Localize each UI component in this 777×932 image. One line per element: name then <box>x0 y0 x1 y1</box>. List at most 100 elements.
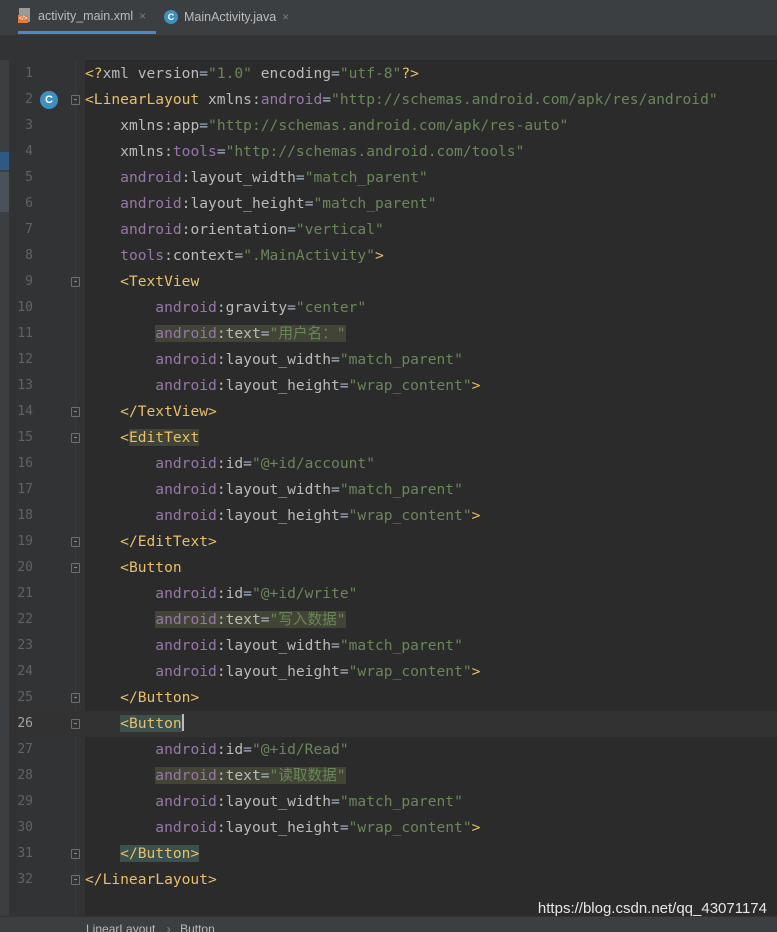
close-icon[interactable]: × <box>282 10 289 24</box>
code-text: android:id="@+id/write" <box>85 581 357 607</box>
fold-toggle-icon[interactable] <box>71 407 80 417</box>
code-line[interactable]: 11 android:text="用户名：" <box>9 321 777 347</box>
code-line[interactable]: 21 android:id="@+id/write" <box>9 581 777 607</box>
code-line[interactable]: 4 xmlns:tools="http://schemas.android.co… <box>9 139 777 165</box>
fold-toggle-icon[interactable] <box>71 719 80 729</box>
code-token: "http://schemas.android.com/tools" <box>225 143 525 160</box>
line-number: 18 <box>17 508 33 523</box>
fold-toggle-icon[interactable] <box>71 95 80 105</box>
code-line[interactable]: 26 <Button <box>9 711 777 737</box>
code-line[interactable]: 12 android:layout_width="match_parent" <box>9 347 777 373</box>
code-text: <Button <box>85 711 184 737</box>
code-line[interactable]: 22 android:text="写入数据" <box>9 607 777 633</box>
code-token: </Button> <box>120 845 200 862</box>
tab-activity-main-xml[interactable]: </> activity_main.xml × <box>18 0 156 34</box>
code-line[interactable]: 3 xmlns:app="http://schemas.android.com/… <box>9 113 777 139</box>
code-token: :text <box>216 767 261 784</box>
code-token: "wrap_content" <box>348 819 472 836</box>
code-line[interactable]: 32 </LinearLayout> <box>9 867 777 893</box>
code-line[interactable]: 8 tools:context=".MainActivity"> <box>9 243 777 269</box>
fold-toggle-icon[interactable] <box>71 433 80 443</box>
line-number: 32 <box>17 872 33 887</box>
code-line[interactable]: 9 <TextView <box>9 269 777 295</box>
fold-toggle-icon[interactable] <box>71 849 80 859</box>
code-line[interactable]: 23 android:layout_width="match_parent" <box>9 633 777 659</box>
code-text: xmlns:tools="http://schemas.android.com/… <box>85 139 524 165</box>
code-line[interactable]: 31 </Button> <box>9 841 777 867</box>
code-token: = <box>295 169 305 186</box>
code-line[interactable]: 10 android:gravity="center" <box>9 295 777 321</box>
line-number: 16 <box>17 456 33 471</box>
java-class-icon: C <box>164 10 178 24</box>
line-number: 19 <box>17 534 33 549</box>
code-token: = <box>287 299 296 316</box>
code-line[interactable]: 15 <EditText <box>9 425 777 451</box>
code-line[interactable]: 27 android:id="@+id/Read" <box>9 737 777 763</box>
code-token: "@+id/write" <box>251 585 358 602</box>
code-text: </Button> <box>85 841 200 867</box>
code-line[interactable]: 24 android:layout_height="wrap_content"> <box>9 659 777 685</box>
code-line[interactable]: 1 <?xml version="1.0" encoding="utf-8"?> <box>9 61 777 87</box>
code-line[interactable]: 25 </Button> <box>9 685 777 711</box>
line-number: 4 <box>25 144 33 159</box>
code-line[interactable]: 7 android:orientation="vertical" <box>9 217 777 243</box>
code-line[interactable]: 29 android:layout_width="match_parent" <box>9 789 777 815</box>
code-token: = <box>287 221 296 238</box>
code-token: android <box>155 741 217 758</box>
close-icon[interactable]: × <box>139 9 146 23</box>
code-token: android <box>155 819 217 836</box>
code-line[interactable]: 20 <Button <box>9 555 777 581</box>
line-number: 29 <box>17 794 33 809</box>
code-line[interactable]: 19 </EditText> <box>9 529 777 555</box>
code-token: :layout_height <box>216 819 340 836</box>
line-number: 24 <box>17 664 33 679</box>
fold-toggle-icon[interactable] <box>71 277 80 287</box>
line-number: 11 <box>17 326 33 341</box>
code-line[interactable]: 16 android:id="@+id/account" <box>9 451 777 477</box>
code-token: "1.0" <box>208 65 252 82</box>
code-text: </LinearLayout> <box>85 867 217 893</box>
code-line[interactable]: 13 android:layout_height="wrap_content"> <box>9 373 777 399</box>
line-number: 8 <box>25 248 33 263</box>
code-line[interactable]: 18 android:layout_height="wrap_content"> <box>9 503 777 529</box>
code-token: android <box>155 637 217 654</box>
code-line[interactable]: 6 android:layout_height="match_parent" <box>9 191 777 217</box>
line-number: 27 <box>17 742 33 757</box>
line-number: 17 <box>17 482 33 497</box>
related-class-icon[interactable]: C <box>40 91 58 109</box>
code-line[interactable]: 28 android:text="读取数据" <box>9 763 777 789</box>
fold-toggle-icon[interactable] <box>71 693 80 703</box>
fold-toggle-icon[interactable] <box>71 875 80 885</box>
code-token: "match_parent" <box>339 793 463 810</box>
code-token: "@+id/Read" <box>251 741 349 758</box>
fold-toggle-icon[interactable] <box>71 537 80 547</box>
code-token: android <box>120 169 182 186</box>
code-line[interactable]: 30 android:layout_height="wrap_content"> <box>9 815 777 841</box>
line-number: 14 <box>17 404 33 419</box>
code-token: :layout_width <box>181 169 296 186</box>
code-line[interactable]: 5 android:layout_width="match_parent" <box>9 165 777 191</box>
code-line[interactable]: 2 C <LinearLayout xmlns:android="http://sc… <box>9 87 777 113</box>
code-line[interactable]: 17 android:layout_width="match_parent" <box>9 477 777 503</box>
project-panel-edge <box>0 60 9 931</box>
code-token: :layout_height <box>216 377 340 394</box>
code-token: "wrap_content" <box>348 507 472 524</box>
code-text: <?xml version="1.0" encoding="utf-8"?> <box>85 61 419 87</box>
fold-toggle-icon[interactable] <box>71 563 80 573</box>
code-token: xmlns: <box>208 91 261 108</box>
code-token: :id <box>216 455 244 472</box>
code-line[interactable]: 14 </TextView> <box>9 399 777 425</box>
code-token: xml version <box>102 65 200 82</box>
tab-main-activity-java[interactable]: C MainActivity.java × <box>164 0 304 34</box>
code-token: = <box>331 351 340 368</box>
code-token: EditText <box>128 429 200 446</box>
xml-file-icon: </> <box>18 7 32 24</box>
